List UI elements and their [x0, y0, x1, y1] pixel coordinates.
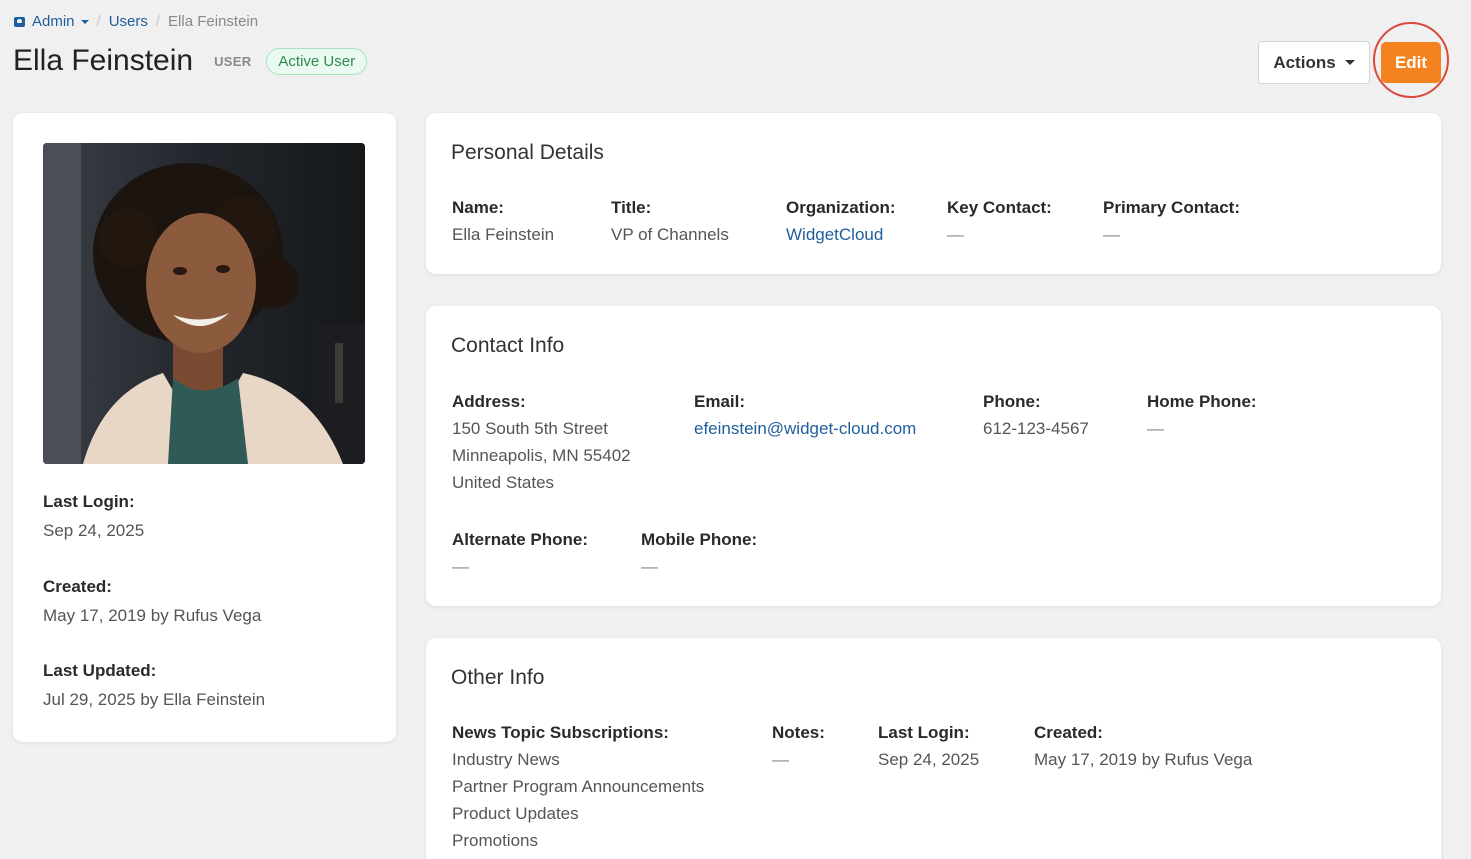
last-updated-label: Last Updated:: [43, 661, 157, 680]
field-value: —: [947, 225, 964, 244]
section-title: Other Info: [451, 666, 545, 689]
field-label: News Topic Subscriptions:: [452, 723, 669, 742]
field-label: Name:: [452, 198, 504, 217]
caret-down-icon: [1344, 60, 1355, 65]
phone-field: Phone: 612-123-4567: [983, 392, 1089, 442]
field-label: Mobile Phone:: [641, 530, 758, 549]
actions-button[interactable]: Actions: [1258, 41, 1370, 84]
actions-button-label: Actions: [1273, 52, 1336, 72]
notes-field: Notes: —: [772, 723, 825, 773]
last-updated-block: Last Updated: Jul 29, 2025 by Ella Feins…: [43, 661, 265, 710]
profile-photo: [43, 143, 365, 464]
created-block: Created: May 17, 2019 by Rufus Vega: [43, 577, 261, 626]
organization-link[interactable]: WidgetCloud: [786, 221, 896, 248]
personal-details-card: Personal Details Name: Ella Feinstein Ti…: [426, 113, 1441, 274]
other-created-field: Created: May 17, 2019 by Rufus Vega: [1034, 723, 1252, 773]
edit-button[interactable]: Edit: [1381, 42, 1441, 83]
field-label: Primary Contact:: [1103, 198, 1240, 217]
list-item: Partner Program Announcements: [452, 777, 705, 796]
field-label: Key Contact:: [947, 198, 1052, 217]
field-value: 612-123-4567: [983, 419, 1089, 438]
last-login-block: Last Login: Sep 24, 2025: [43, 492, 144, 541]
status-badge: Active User: [266, 47, 368, 75]
field-label: Address:: [452, 392, 526, 411]
email-field: Email: efeinstein@widget-cloud.com: [694, 392, 916, 442]
last-login-value: Sep 24, 2025: [43, 521, 145, 540]
field-label: Alternate Phone:: [452, 530, 589, 549]
field-label: Home Phone:: [1147, 392, 1257, 411]
breadcrumb-separator: /: [155, 13, 161, 30]
page-title: Ella Feinstein: [13, 44, 194, 77]
field-label: Phone:: [983, 392, 1041, 411]
breadcrumb-current: Ella Feinstein: [168, 13, 259, 30]
list-item: Product Updates: [452, 804, 579, 823]
last-updated-value: Jul 29, 2025 by Ella Feinstein: [43, 690, 266, 709]
last-login-label: Last Login:: [43, 492, 135, 511]
breadcrumb-admin[interactable]: Admin: [14, 13, 89, 30]
address-line-2: Minneapolis, MN 55402: [452, 446, 631, 465]
breadcrumb-separator: /: [96, 13, 101, 30]
field-label: Notes:: [772, 723, 825, 742]
field-value: Sep 24, 2025: [878, 750, 980, 769]
profile-card: Last Login: Sep 24, 2025 Created: May 17…: [13, 113, 396, 742]
section-title: Personal Details: [451, 141, 604, 164]
page-header: Ella Feinstein USER Active User: [13, 44, 368, 78]
breadcrumb-admin-label: Admin: [32, 13, 75, 30]
profile-photo-image: [43, 143, 365, 464]
email-link[interactable]: efeinstein@widget-cloud.com: [694, 415, 916, 442]
other-last-login-field: Last Login: Sep 24, 2025: [878, 723, 979, 773]
field-value: —: [1147, 419, 1164, 438]
field-label: Email:: [694, 392, 746, 411]
field-value: Ella Feinstein: [452, 225, 555, 244]
created-label: Created:: [43, 577, 112, 596]
name-field: Name: Ella Feinstein: [452, 198, 554, 248]
subscriptions-field: News Topic Subscriptions: Industry News …: [452, 723, 704, 854]
field-value: —: [452, 557, 469, 576]
subscriptions-list: Industry News Partner Program Announceme…: [452, 746, 704, 854]
field-label: Title:: [611, 198, 652, 217]
list-item: Industry News: [452, 750, 560, 769]
field-label: Created:: [1034, 723, 1103, 742]
field-value: —: [772, 750, 789, 769]
title-field: Title: VP of Channels: [611, 198, 729, 248]
key-contact-field: Key Contact: —: [947, 198, 1052, 248]
address-line-1: 150 South 5th Street: [452, 419, 608, 438]
field-value: —: [641, 557, 658, 576]
mobile-phone-field: Mobile Phone: —: [641, 530, 757, 580]
list-item: Promotions: [452, 831, 538, 850]
field-label: Last Login:: [878, 723, 970, 742]
alternate-phone-field: Alternate Phone: —: [452, 530, 588, 580]
address-line-3: United States: [452, 473, 555, 492]
role-tag: USER: [214, 53, 252, 69]
id-card-icon: [14, 16, 25, 27]
field-value: VP of Channels: [611, 225, 729, 244]
home-phone-field: Home Phone: —: [1147, 392, 1257, 442]
contact-info-card: Contact Info Address: 150 South 5th Stre…: [426, 306, 1441, 606]
address-field: Address: 150 South 5th Street Minneapoli…: [452, 392, 631, 496]
other-info-card: Other Info News Topic Subscriptions: Ind…: [426, 638, 1441, 859]
field-value: 150 South 5th Street Minneapolis, MN 554…: [452, 415, 631, 496]
field-value: —: [1103, 225, 1120, 244]
user-profile-page: Admin / Users / Ella Feinstein Ella Fein…: [0, 0, 1471, 859]
field-value: May 17, 2019 by Rufus Vega: [1034, 750, 1253, 769]
created-value: May 17, 2019 by Rufus Vega: [43, 606, 262, 625]
section-title: Contact Info: [451, 334, 565, 357]
breadcrumb: Admin / Users / Ella Feinstein: [14, 13, 258, 30]
breadcrumb-users[interactable]: Users: [109, 13, 148, 30]
primary-contact-field: Primary Contact: —: [1103, 198, 1240, 248]
field-label: Organization:: [786, 198, 896, 217]
organization-field: Organization: WidgetCloud: [786, 198, 896, 248]
caret-down-icon: [80, 19, 89, 24]
